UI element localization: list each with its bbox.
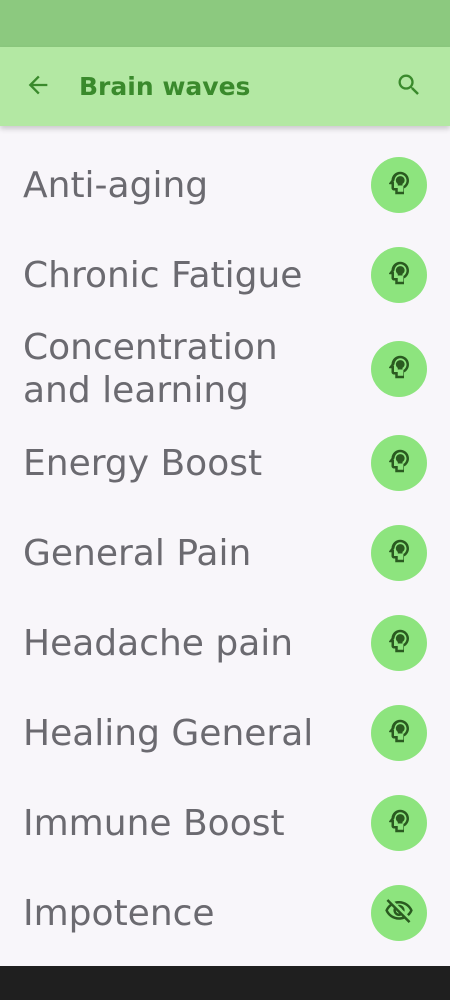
head-brain-icon	[384, 716, 414, 751]
eye-off-icon	[384, 896, 414, 931]
list-item-label: Concentration and learning	[23, 327, 278, 411]
arrow-left-icon	[24, 71, 52, 104]
list-item[interactable]: Immune Boost	[0, 778, 450, 868]
status-bar	[0, 0, 450, 47]
list-item[interactable]: Energy Boost	[0, 418, 450, 508]
app-bar: Brain waves	[0, 47, 450, 126]
list-item[interactable]: Concentration and learning	[0, 324, 450, 414]
list-item-label: Immune Boost	[23, 802, 285, 844]
head-brain-icon	[384, 168, 414, 203]
list-item-action-button[interactable]	[371, 247, 427, 303]
list-item-label: Healing General	[23, 712, 314, 754]
head-brain-icon	[384, 806, 414, 841]
list-item[interactable]: Healing General	[0, 688, 450, 778]
list-item-label: Impotence	[23, 892, 215, 934]
list-item-action-button[interactable]	[371, 885, 427, 941]
list-item-label: Headache pain	[23, 622, 294, 664]
list-item-action-button[interactable]	[371, 525, 427, 581]
head-brain-icon	[384, 626, 414, 661]
list-item-action-button[interactable]	[371, 157, 427, 213]
list-item-action-button[interactable]	[371, 615, 427, 671]
list-item-label: General Pain	[23, 532, 252, 574]
head-brain-icon	[384, 446, 414, 481]
search-button[interactable]	[389, 67, 429, 107]
list-item[interactable]: Anti-aging	[0, 140, 450, 230]
head-brain-icon	[384, 352, 414, 387]
list-item-label: Chronic Fatigue	[23, 254, 303, 296]
topic-list: Anti-aging Chronic Fatigue Concentration a…	[0, 126, 450, 966]
list-item-label: Energy Boost	[23, 442, 263, 484]
navigation-bar	[0, 966, 450, 1000]
list-item-action-button[interactable]	[371, 705, 427, 761]
list-item-action-button[interactable]	[371, 795, 427, 851]
list-item-action-button[interactable]	[371, 435, 427, 491]
list-item[interactable]: Chronic Fatigue	[0, 230, 450, 320]
list-item[interactable]: General Pain	[0, 508, 450, 598]
back-button[interactable]	[18, 67, 58, 107]
head-brain-icon	[384, 258, 414, 293]
search-icon	[395, 71, 423, 104]
screen: Brain waves Anti-aging Chronic Fatigue Con…	[0, 0, 450, 1000]
list-item-action-button[interactable]	[371, 341, 427, 397]
list-item[interactable]: Impotence	[0, 868, 450, 958]
list-item-label: Anti-aging	[23, 164, 209, 206]
page-title: Brain waves	[79, 72, 251, 101]
list-item[interactable]: Headache pain	[0, 598, 450, 688]
head-brain-icon	[384, 536, 414, 571]
